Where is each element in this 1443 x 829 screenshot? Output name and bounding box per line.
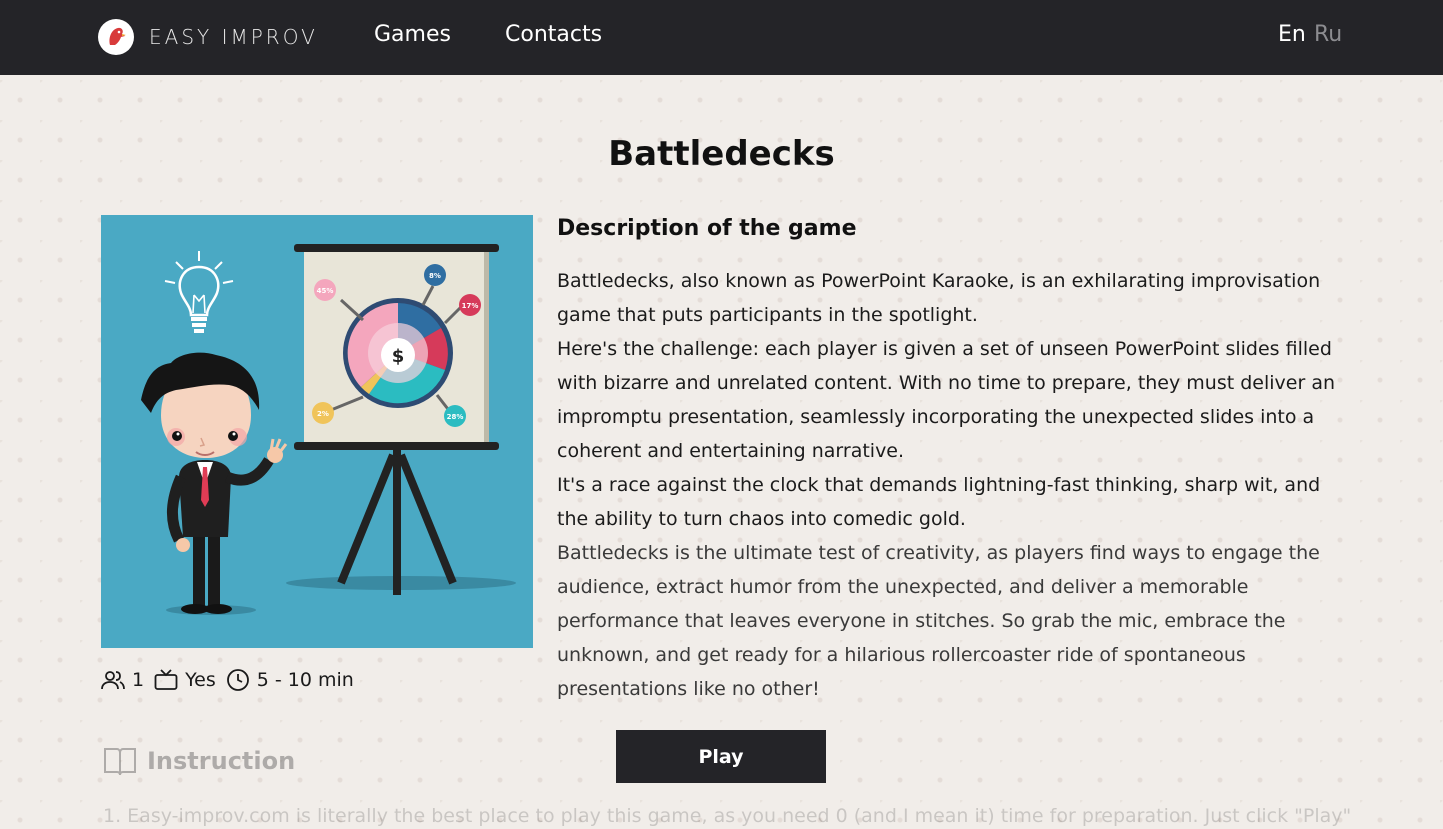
logo-text: EASY IMPROV: [149, 25, 318, 49]
description-paragraph: Battledecks is the ultimate test of crea…: [557, 542, 1320, 700]
svg-text:28%: 28%: [447, 413, 464, 421]
lightbulb-icon: [164, 251, 234, 333]
duration-value: 5 - 10 min: [256, 669, 354, 691]
logo-link[interactable]: EASY IMPROV: [98, 19, 318, 55]
description-text: Battledecks, also known as PowerPoint Ka…: [557, 264, 1347, 706]
tv-icon: [154, 669, 178, 690]
game-meta: 1 Yes 5 - 10 min: [101, 668, 364, 692]
top-navbar: EASY IMPROV Games Contacts En Ru: [0, 0, 1443, 75]
players-meta: 1: [101, 669, 144, 691]
play-button[interactable]: Play: [616, 730, 826, 783]
game-illustration: $ 45% 8% 17% 2% 28%: [101, 215, 533, 648]
duration-meta: 5 - 10 min: [226, 668, 354, 692]
nav-contacts-link[interactable]: Contacts: [505, 22, 602, 47]
turkey-logo-icon: [98, 19, 134, 55]
description-paragraph: It's a race against the clock that deman…: [557, 474, 1321, 530]
screen-required: Yes: [185, 669, 216, 691]
screen-meta: Yes: [154, 669, 216, 691]
presenter-character: [141, 352, 288, 614]
svg-text:17%: 17%: [462, 302, 479, 310]
description-paragraph: Here's the challenge: each player is giv…: [557, 338, 1335, 462]
instruction-first-line: 1. Easy-improv.com is literally the best…: [103, 805, 1352, 827]
language-en[interactable]: En: [1278, 22, 1306, 47]
instruction-heading: Instruction: [147, 747, 296, 775]
nav-games-link[interactable]: Games: [374, 22, 451, 47]
language-ru[interactable]: Ru: [1314, 22, 1342, 47]
game-title: Battledecks: [608, 134, 835, 174]
svg-text:8%: 8%: [429, 272, 441, 280]
players-count: 1: [132, 669, 145, 691]
clock-icon: [226, 669, 249, 691]
dollar-label: $: [392, 346, 405, 367]
description-heading: Description of the game: [557, 216, 857, 241]
instruction-section: Instruction: [103, 745, 295, 777]
svg-text:45%: 45%: [317, 287, 334, 295]
description-paragraph: Battledecks, also known as PowerPoint Ka…: [557, 270, 1321, 326]
easel-board: $ 45% 8% 17% 2% 28%: [294, 244, 499, 595]
svg-text:2%: 2%: [317, 410, 329, 418]
book-icon: [104, 748, 136, 776]
players-icon: [101, 671, 125, 690]
